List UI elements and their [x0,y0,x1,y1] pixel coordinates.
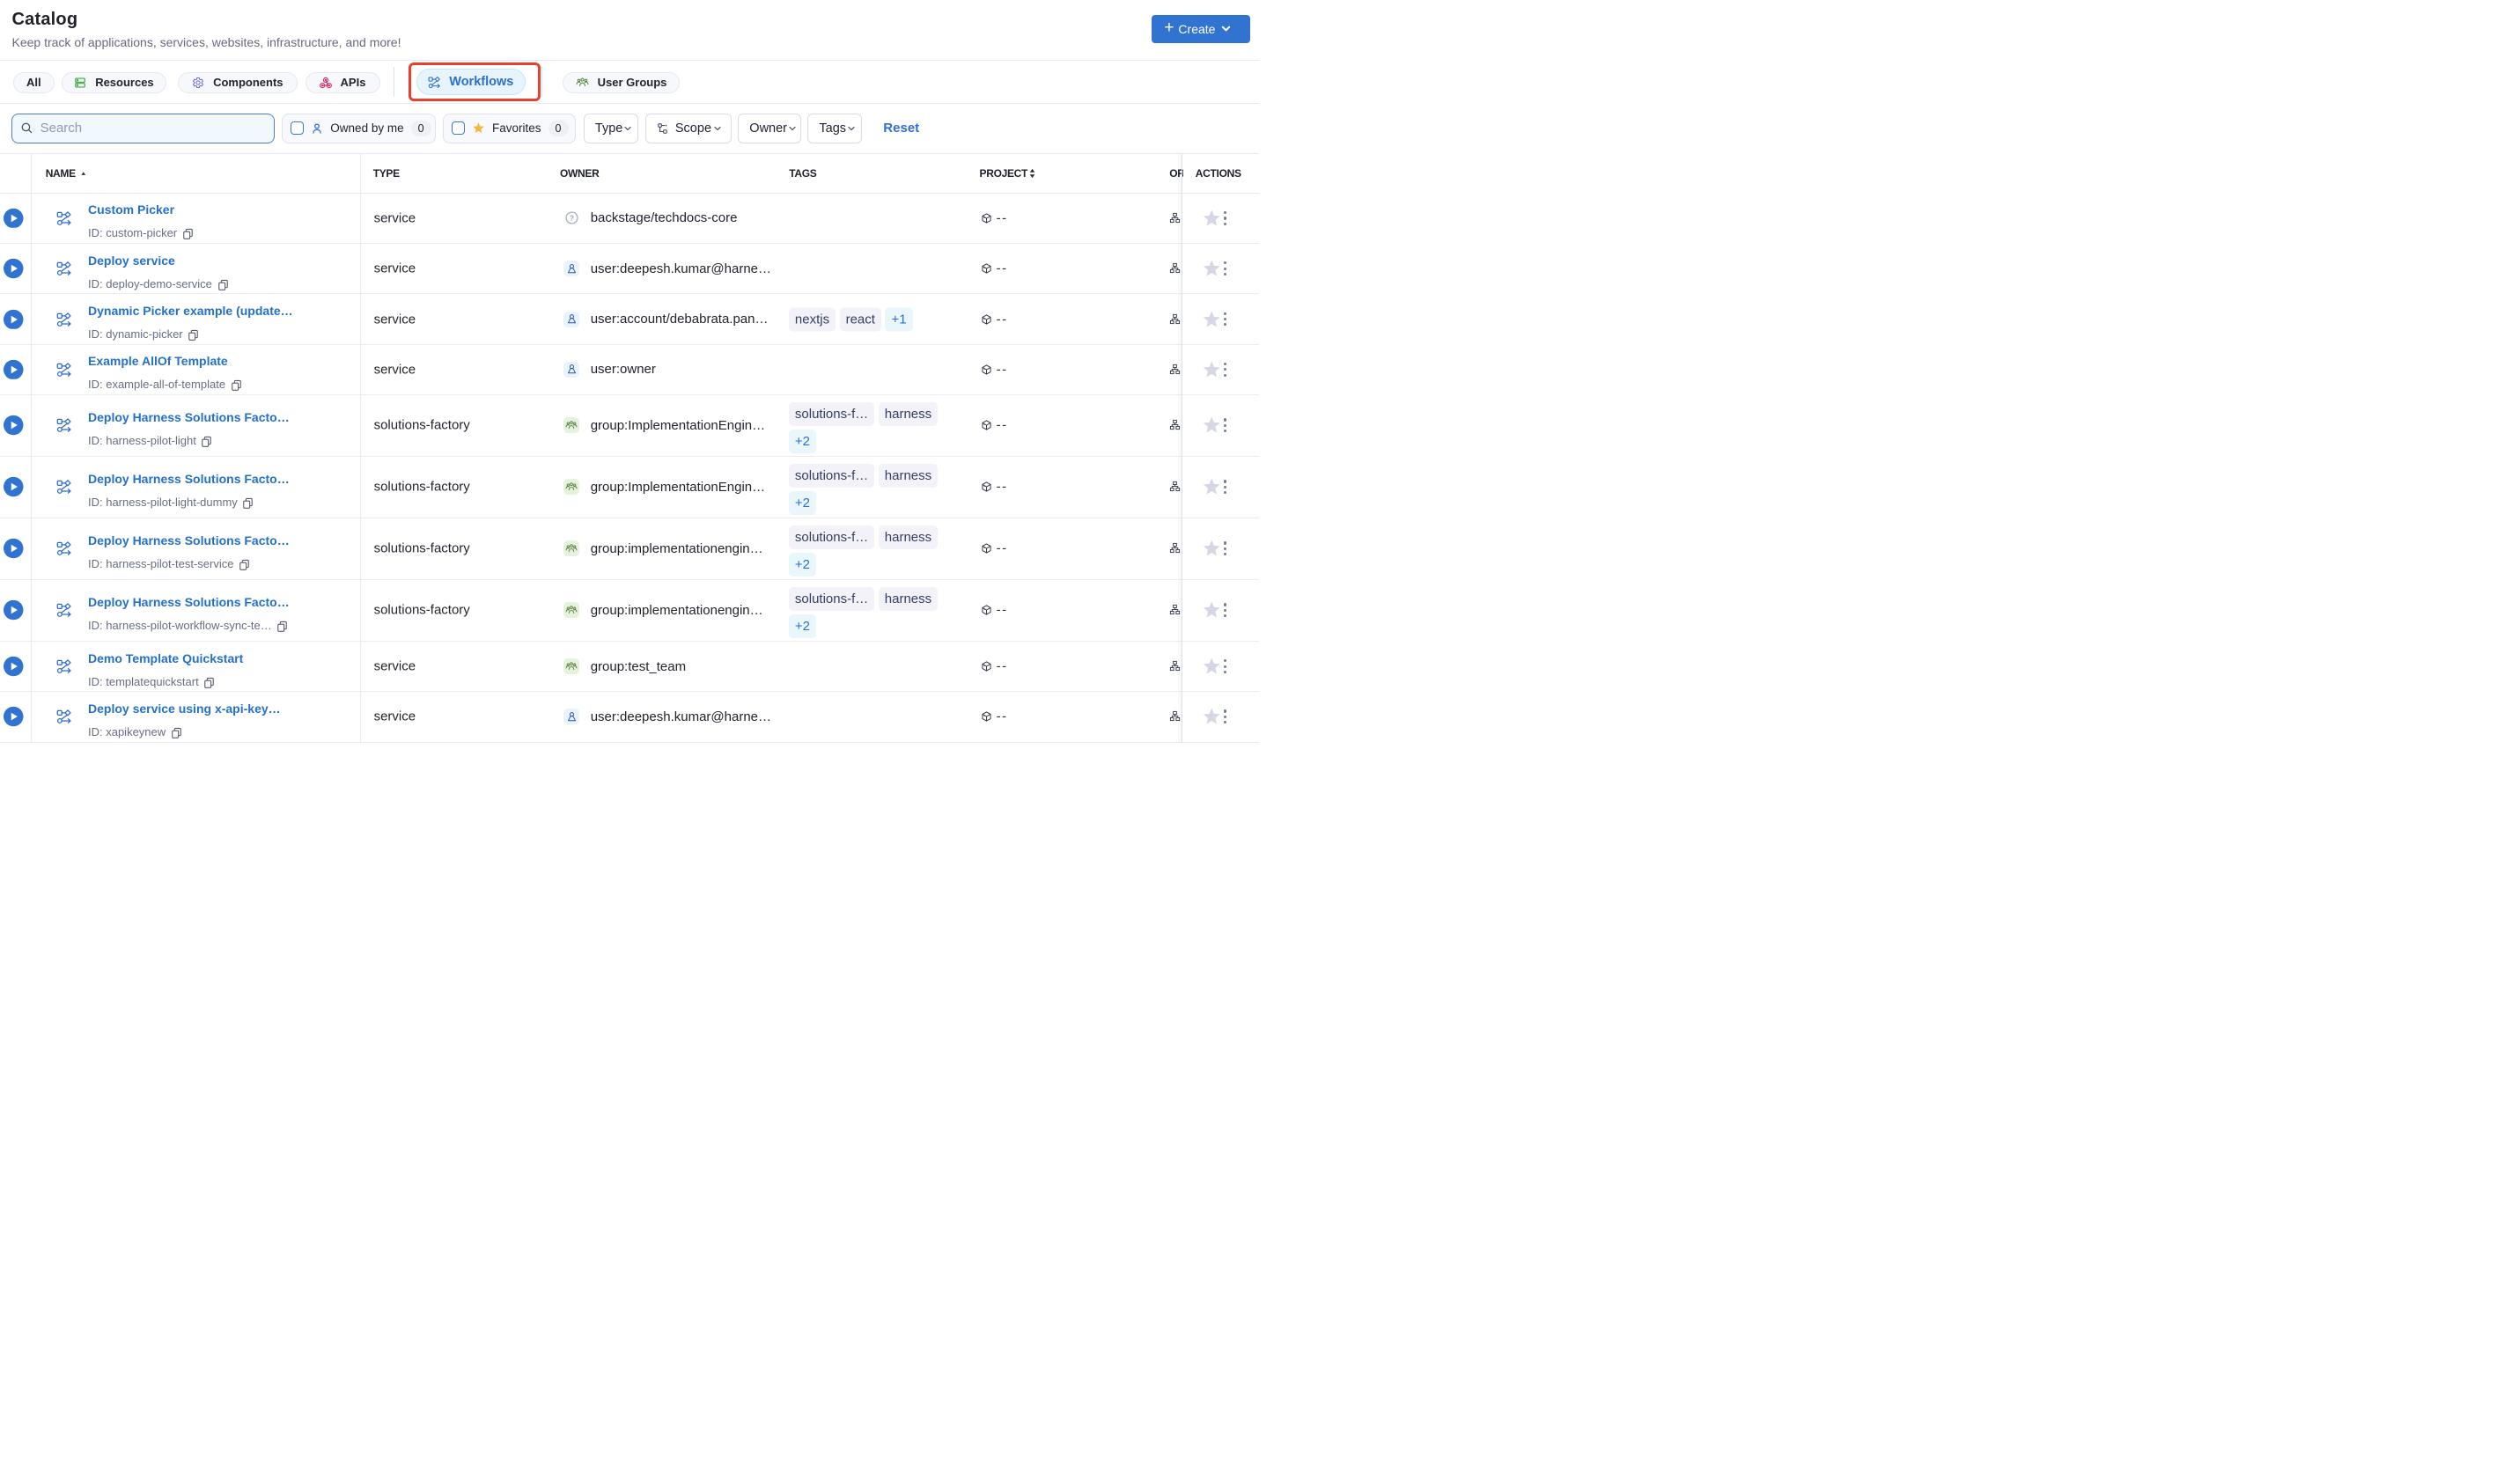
svg-text:?: ? [570,214,574,223]
